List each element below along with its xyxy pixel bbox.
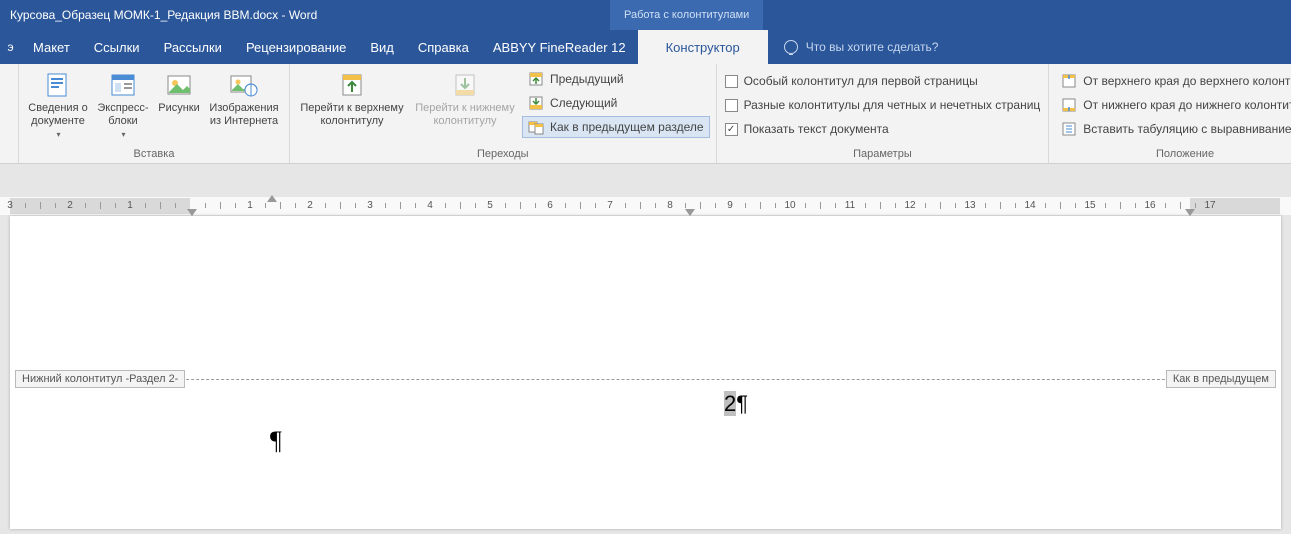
alignment-tab-icon [1061,121,1077,137]
checkbox-checked-icon: ✓ [725,123,738,136]
online-pictures-icon [229,68,259,102]
document-title: Курсова_Образец МОМК-1_Редакция BBM.docx… [10,8,317,22]
different-first-page-checkbox[interactable]: Особый колонтитул для первой страницы [723,70,1043,92]
group-insert: Сведения о документе▾ Экспресс-блоки▾ Ри… [19,64,290,163]
tell-me-placeholder: Что вы хотите сделать? [806,40,939,54]
ribbon: Сведения о документе▾ Экспресс-блоки▾ Ри… [0,64,1291,164]
group-options-label: Параметры [723,146,1043,163]
lightbulb-icon [784,40,798,54]
checkbox-icon [725,99,738,112]
chevron-down-icon: ▾ [121,128,125,141]
cutoff-button[interactable] [0,66,12,102]
different-odd-even-checkbox[interactable]: Разные колонтитулы для четных и нечетных… [723,94,1043,116]
group-cutoff [0,64,19,163]
document-info-button[interactable]: Сведения о документе▾ [25,66,91,141]
tab-partial[interactable]: э [0,30,21,64]
goto-header-button[interactable]: Перейти к верхнему колонтитулу [296,66,408,128]
checkbox-icon [725,75,738,88]
group-options: Особый колонтитул для первой страницы Ра… [717,64,1050,163]
goto-footer-icon [451,68,479,102]
next-section-button[interactable]: Следующий [522,92,710,114]
tab-help[interactable]: Справка [406,30,481,64]
footer-section-label: Нижний колонтитул -Раздел 2- [15,370,185,388]
tab-mailings[interactable]: Рассылки [152,30,234,64]
right-indent-marker[interactable] [685,209,695,216]
tab-layout[interactable]: Макет [21,30,82,64]
online-pictures-button[interactable]: Изображения из Интернета [205,66,283,128]
group-insert-label: Вставка [25,146,283,163]
goto-footer-button: Перейти к нижнему колонтитулу [410,66,520,128]
link-to-previous-button[interactable]: Как в предыдущем разделе [522,116,710,138]
show-document-text-checkbox[interactable]: ✓ Показать текст документа [723,118,1043,140]
previous-icon [528,71,544,87]
insert-alignment-tab-button[interactable]: Вставить табуляцию с выравниванием [1055,118,1291,140]
footer-from-bottom-field[interactable]: От нижнего края до нижнего колонтиту [1055,94,1291,116]
pilcrow-icon: ¶ [736,391,748,416]
tab-review[interactable]: Рецензирование [234,30,358,64]
pictures-icon [165,68,193,102]
tab-links[interactable]: Ссылки [82,30,152,64]
document-page[interactable]: Нижний колонтитул -Раздел 2- Как в преды… [10,216,1281,529]
next-icon [528,95,544,111]
page-number-field[interactable]: 2¶ [724,391,748,417]
paragraph-mark: ¶ [270,426,282,456]
tab-abbyy[interactable]: ABBYY FineReader 12 [481,30,638,64]
horizontal-ruler[interactable]: 3211234567891011121314151617 [0,197,1291,215]
footer-boundary-line [16,379,1275,380]
first-line-indent-marker[interactable] [267,195,277,202]
same-as-previous-label: Как в предыдущем [1166,370,1276,388]
chevron-down-icon: ▾ [56,128,60,141]
goto-header-icon [338,68,366,102]
quick-parts-icon [109,68,137,102]
pictures-button[interactable]: Рисунки [155,66,203,115]
header-from-top-field[interactable]: От верхнего края до верхнего колонтиту [1055,70,1291,92]
tell-me-search[interactable]: Что вы хотите сделать? [768,30,955,64]
title-bar: Курсова_Образец МОМК-1_Редакция BBM.docx… [0,0,1291,30]
ribbon-tabs: э Макет Ссылки Рассылки Рецензирование В… [0,30,1291,64]
group-navigation-label: Переходы [296,146,710,163]
link-previous-icon [528,119,544,135]
group-position: От верхнего края до верхнего колонтиту О… [1049,64,1291,163]
header-top-icon [1061,73,1077,89]
tab-view[interactable]: Вид [358,30,406,64]
document-info-icon [44,68,72,102]
contextual-tab-label: Работа с колонтитулами [610,0,763,30]
document-workspace: 3211234567891011121314151617 Нижний коло… [0,164,1291,534]
left-indent-marker[interactable] [187,209,197,216]
previous-section-button[interactable]: Предыдущий [522,68,710,90]
right-indent-marker-2[interactable] [1185,209,1195,216]
footer-bottom-icon [1061,97,1077,113]
group-navigation: Перейти к верхнему колонтитулу Перейти к… [290,64,717,163]
tab-header-footer-design[interactable]: Конструктор [638,30,768,64]
quick-parts-button[interactable]: Экспресс-блоки▾ [93,66,153,141]
group-position-label: Положение [1055,146,1291,163]
